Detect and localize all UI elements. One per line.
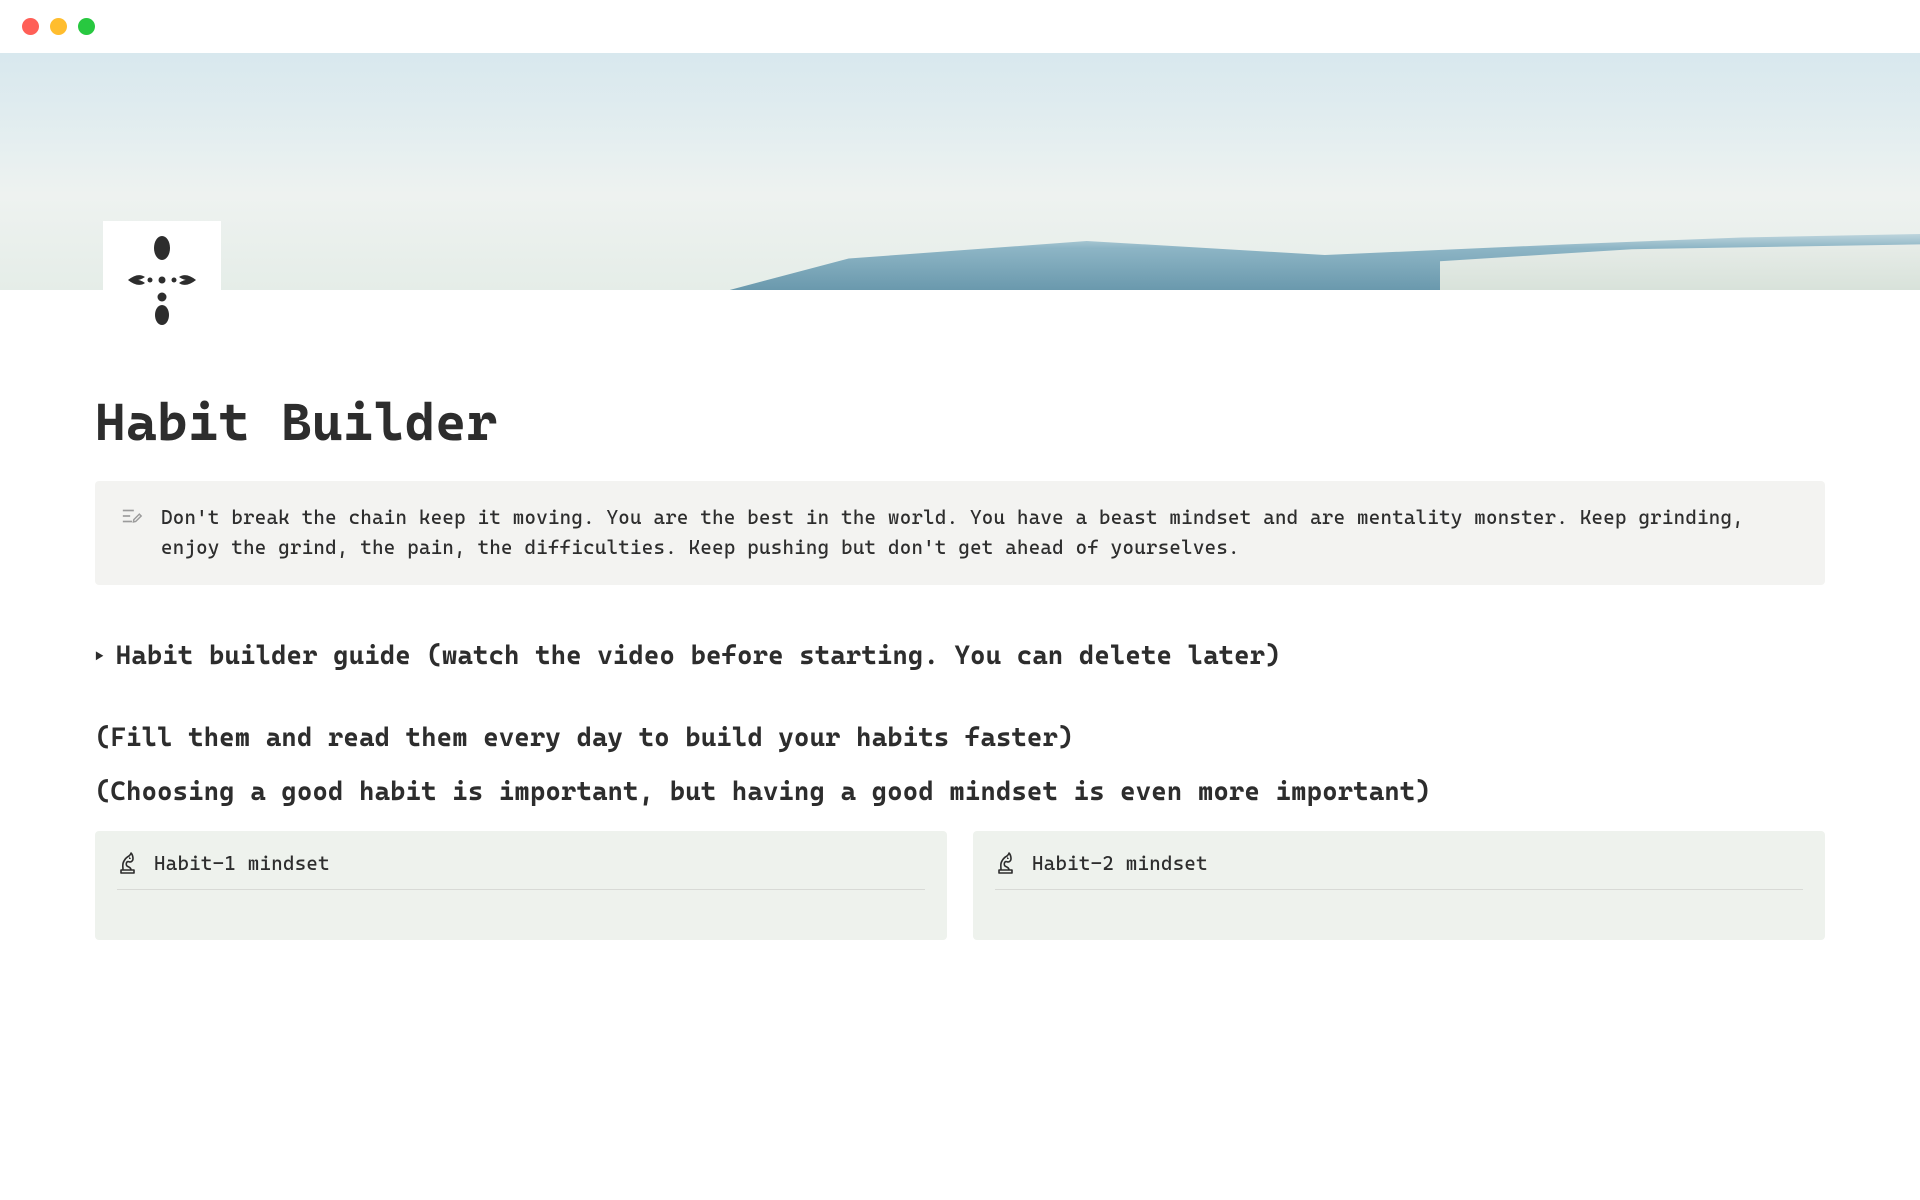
subheading-1[interactable]: (Fill them and read them every day to bu…: [95, 723, 1825, 753]
page-content: Habit Builder Don't break the chain keep…: [0, 290, 1920, 940]
habit-card-header: Habit-2 mindset: [995, 851, 1803, 890]
minimize-window-button[interactable]: [50, 18, 67, 35]
page-cover-image[interactable]: [0, 53, 1920, 290]
page-icon[interactable]: [103, 221, 221, 339]
toggle-arrow-icon: ▶: [95, 647, 104, 665]
habit-card-header: Habit-1 mindset: [117, 851, 925, 890]
chess-knight-icon: [995, 851, 1016, 875]
close-window-button[interactable]: [22, 18, 39, 35]
toggle-heading-text: Habit builder guide (watch the video bef…: [116, 641, 1281, 671]
habit-card-title: Habit-1 mindset: [154, 852, 330, 875]
toggle-heading[interactable]: ▶ Habit builder guide (watch the video b…: [95, 641, 1825, 671]
focus-icon: [123, 233, 201, 328]
chess-knight-icon: [117, 851, 138, 875]
habit-card-1[interactable]: Habit-1 mindset: [95, 831, 947, 940]
maximize-window-button[interactable]: [78, 18, 95, 35]
pencil-lines-icon: [121, 505, 143, 527]
habit-card-2[interactable]: Habit-2 mindset: [973, 831, 1825, 940]
habit-cards-row: Habit-1 mindset Habit-2 mindset: [95, 831, 1825, 940]
window-titlebar: [0, 0, 1920, 53]
subheading-2[interactable]: (Choosing a good habit is important, but…: [95, 777, 1825, 807]
habit-card-title: Habit-2 mindset: [1032, 852, 1208, 875]
callout-text[interactable]: Don't break the chain keep it moving. Yo…: [161, 503, 1799, 563]
page-title[interactable]: Habit Builder: [95, 393, 1825, 453]
callout-block[interactable]: Don't break the chain keep it moving. Yo…: [95, 481, 1825, 585]
